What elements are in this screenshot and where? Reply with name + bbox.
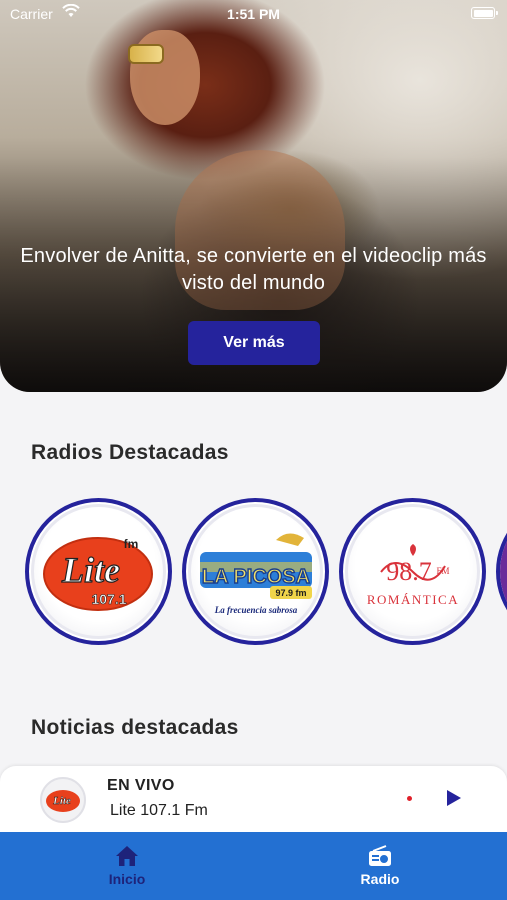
radio-card-partial[interactable] bbox=[496, 498, 507, 645]
home-icon bbox=[116, 846, 138, 866]
tab-bar: Inicio Radio bbox=[0, 832, 507, 900]
player-live-label: EN VIVO bbox=[107, 777, 175, 794]
radios-section-title: Radios Destacadas bbox=[31, 441, 229, 464]
clock: 1:51 PM bbox=[227, 6, 280, 22]
news-section-title: Noticias destacadas bbox=[31, 716, 239, 739]
status-bar: Carrier 1:51 PM bbox=[0, 0, 507, 28]
radio-card-la-picosa[interactable]: LA PICOSA 97.9 fm La frecuencia sabrosa bbox=[182, 498, 329, 645]
la-picosa-frequency: 97.9 fm bbox=[275, 588, 306, 598]
play-icon[interactable] bbox=[446, 789, 462, 807]
partial-station-logo bbox=[500, 532, 507, 612]
romantica-logo: 98.7 FM ROMÁNTICA bbox=[367, 544, 459, 607]
live-indicator-dot bbox=[407, 796, 412, 801]
player-station-logo: Lite bbox=[40, 777, 86, 823]
tab-radio[interactable]: Radio bbox=[320, 844, 440, 887]
tab-inicio[interactable]: Inicio bbox=[67, 844, 187, 887]
player-logo-text: Lite bbox=[52, 795, 71, 807]
mini-player[interactable]: Lite EN VIVO Lite 107.1 Fm bbox=[0, 766, 507, 832]
romantica-band: FM bbox=[436, 566, 449, 576]
tab-inicio-label: Inicio bbox=[108, 871, 146, 887]
la-picosa-text: LA PICOSA bbox=[202, 566, 310, 588]
hero-title: Envolver de Anitta, se convierte en el v… bbox=[20, 245, 487, 294]
radio-icon bbox=[369, 845, 391, 866]
romantica-text: ROMÁNTICA bbox=[367, 592, 459, 607]
lite-frequency: 107.1 bbox=[91, 591, 126, 607]
radio-card-lite[interactable]: Lite fm 107.1 bbox=[25, 498, 172, 645]
la-picosa-slogan: La frecuencia sabrosa bbox=[214, 605, 298, 615]
radio-card-romantica[interactable]: 98.7 FM ROMÁNTICA bbox=[339, 498, 486, 645]
lite-fm-logo: Lite fm 107.1 bbox=[43, 537, 153, 611]
lite-logo-text: Lite bbox=[61, 550, 120, 590]
romantica-frequency: 98.7 bbox=[386, 557, 432, 586]
la-picosa-logo: LA PICOSA 97.9 fm La frecuencia sabrosa bbox=[200, 533, 312, 615]
tab-radio-label: Radio bbox=[360, 871, 400, 887]
ver-mas-button[interactable]: Ver más bbox=[188, 321, 320, 365]
player-station-name: Lite 107.1 Fm bbox=[110, 802, 208, 819]
hero-banner[interactable]: Carrier 1:51 PM Envolver de Anitta, se c… bbox=[0, 0, 507, 392]
app-screen: Carrier 1:51 PM Envolver de Anitta, se c… bbox=[0, 0, 507, 900]
lite-band: fm bbox=[124, 537, 139, 551]
battery-icon bbox=[471, 7, 498, 19]
radio-carousel[interactable]: Lite fm 107.1 LA PICOSA 97.9 fm La frecu… bbox=[25, 498, 507, 646]
